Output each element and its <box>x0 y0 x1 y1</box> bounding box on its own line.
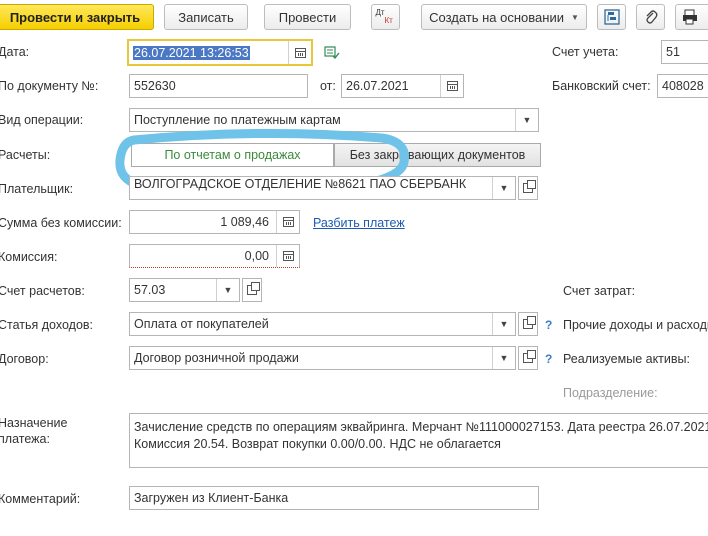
open-icon <box>523 316 536 329</box>
settlement-account-open-button[interactable] <box>242 278 262 302</box>
income-item-label: Статья доходов: <box>0 318 94 332</box>
split-payment-link[interactable]: Разбить платеж <box>313 216 405 230</box>
amount-input[interactable]: 1 089,46 <box>129 210 300 234</box>
commission-input[interactable]: 0,00 <box>129 244 300 268</box>
settlement-account-select[interactable]: 57.03 ▼ <box>129 278 240 302</box>
payer-select[interactable]: ВОЛГОГРАДСКОЕ ОТДЕЛЕНИЕ №8621 ПАО СБЕРБА… <box>129 176 516 200</box>
help-icon[interactable]: ? <box>545 318 552 332</box>
doc-number-label: По документу №: <box>0 79 99 93</box>
open-icon <box>247 282 260 295</box>
more-button[interactable] <box>675 4 708 30</box>
from-label: от: <box>320 79 336 93</box>
account-input[interactable]: 51 <box>661 40 708 64</box>
help-icon[interactable]: ? <box>545 352 552 366</box>
settlements-label: Расчеты: <box>0 148 51 162</box>
settlement-account-label: Счет расчетов: <box>0 284 85 298</box>
post-and-close-button[interactable]: Провести и закрыть <box>0 4 154 30</box>
post-button[interactable]: Провести <box>264 4 351 30</box>
create-based-on-button[interactable]: Создать на основании ▼ <box>421 4 587 30</box>
paperclip-icon <box>645 10 657 24</box>
income-item-select[interactable]: Оплата от покупателей ▼ <box>129 312 516 336</box>
amount-label: Сумма без комиссии: <box>0 216 122 230</box>
print-icon <box>683 9 697 25</box>
chevron-down-icon[interactable]: ▼ <box>515 109 538 131</box>
purpose-textarea[interactable]: Зачисление средств по операциям эквайрин… <box>129 413 708 468</box>
date-input[interactable]: 26.07.2021 13:26:53 <box>127 39 313 66</box>
payer-open-button[interactable] <box>518 176 538 200</box>
chevron-down-icon[interactable]: ▼ <box>492 347 515 369</box>
from-date-input[interactable]: 26.07.2021 <box>341 74 464 98</box>
open-icon <box>523 180 536 193</box>
doc-number-input[interactable]: 552630 <box>129 74 308 98</box>
purpose-label-line2: платежа: <box>0 432 50 446</box>
contract-open-button[interactable] <box>518 346 538 370</box>
commission-label: Комиссия: <box>0 250 58 264</box>
date-label: Дата: <box>0 45 30 59</box>
calculator-icon[interactable] <box>276 211 299 233</box>
payer-label: Плательщик: <box>0 182 74 196</box>
purpose-label-line1: Назначение <box>0 416 68 430</box>
chevron-down-icon: ▼ <box>570 12 579 22</box>
chevron-down-icon[interactable]: ▼ <box>216 279 239 301</box>
save-button[interactable]: Записать <box>164 4 248 30</box>
department-label: Подразделение: <box>563 386 658 400</box>
account-label: Счет учета: <box>552 45 619 59</box>
open-icon <box>523 350 536 363</box>
contract-label: Договор: <box>0 352 49 366</box>
chevron-down-icon[interactable]: ▼ <box>492 313 515 335</box>
structure-icon <box>603 9 620 25</box>
calendar-icon[interactable] <box>288 41 311 64</box>
attachment-button[interactable] <box>636 4 665 30</box>
status-icon <box>324 46 340 60</box>
bank-account-label: Банковский счет: <box>552 79 651 93</box>
operation-label: Вид операции: <box>0 113 84 127</box>
other-income-label: Прочие доходы и расходы <box>563 318 708 332</box>
cost-account-label: Счет затрат: <box>563 284 636 298</box>
comment-label: Комментарий: <box>0 492 81 506</box>
chevron-down-icon[interactable]: ▼ <box>492 177 515 199</box>
comment-input[interactable]: Загружен из Клиент-Банка <box>129 486 539 510</box>
calendar-icon[interactable] <box>440 75 463 97</box>
bank-account-input[interactable]: 408028 <box>657 74 708 98</box>
dt-kt-icon: Дт Кт <box>375 8 393 25</box>
sold-assets-label: Реализуемые активы: <box>563 352 690 366</box>
income-item-open-button[interactable] <box>518 312 538 336</box>
contract-select[interactable]: Договор розничной продажи ▼ <box>129 346 516 370</box>
dt-kt-button[interactable]: Дт Кт <box>371 4 400 30</box>
calculator-icon[interactable] <box>276 245 299 267</box>
structure-button[interactable] <box>597 4 626 30</box>
